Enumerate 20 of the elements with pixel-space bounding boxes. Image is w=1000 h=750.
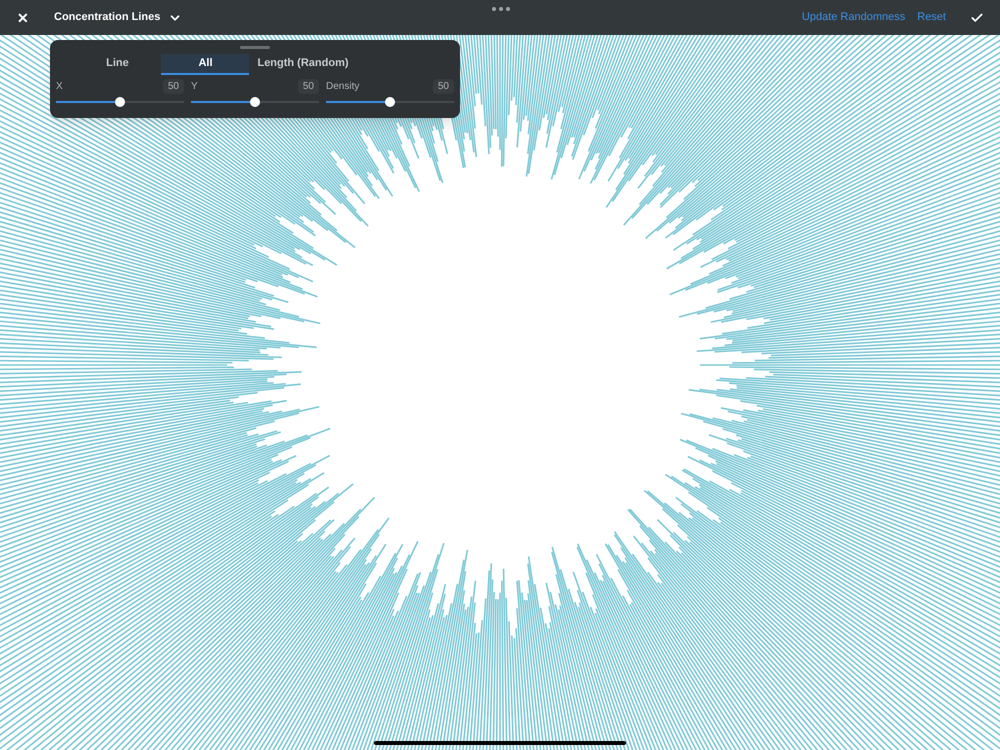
slider-thumb[interactable]	[115, 97, 125, 107]
more-icon[interactable]	[492, 7, 510, 11]
slider-thumb[interactable]	[250, 97, 260, 107]
slider-track[interactable]	[326, 95, 454, 109]
drag-handle[interactable]	[240, 46, 270, 49]
confirm-icon[interactable]	[970, 10, 984, 24]
slider-label: X	[56, 80, 63, 94]
slider-track[interactable]	[191, 95, 319, 109]
slider-thumb[interactable]	[385, 97, 395, 107]
tab[interactable]: Length (Random)	[249, 54, 357, 75]
close-button[interactable]: ✕	[16, 8, 30, 28]
slider-value: 50	[298, 78, 319, 94]
title-dropdown[interactable]: Concentration Lines	[54, 9, 182, 26]
tab[interactable]: All	[161, 54, 250, 75]
slider-value: 50	[162, 78, 184, 94]
tab[interactable]: Line	[73, 54, 162, 75]
slider-label: Density	[326, 80, 360, 94]
slider-value: 50	[432, 78, 454, 94]
slider-label: Y	[191, 80, 198, 94]
slider-track[interactable]	[56, 95, 184, 109]
